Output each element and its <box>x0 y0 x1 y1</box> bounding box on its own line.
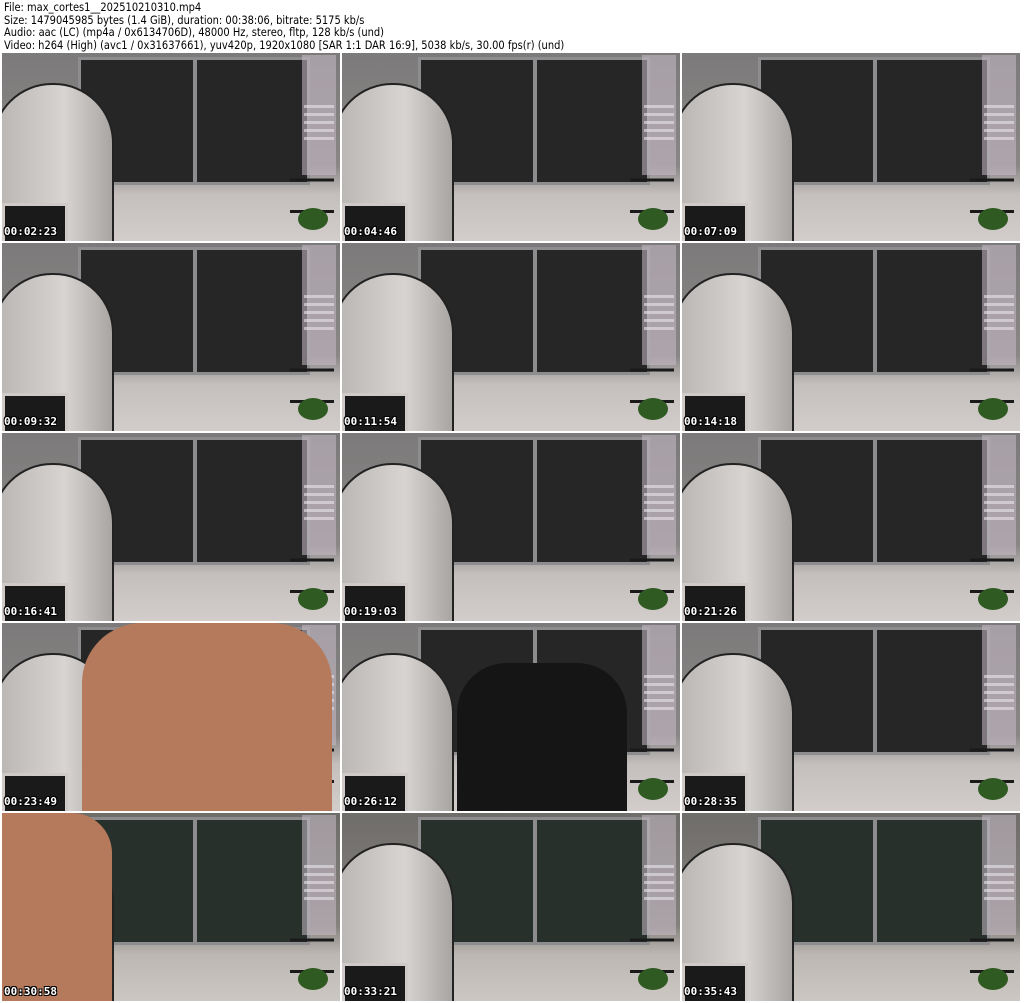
timestamp: 00:35:43 <box>684 985 737 998</box>
video-thumbnail: 00:09:32 <box>2 243 340 431</box>
thumbnail-grid: 00:02:23 00:04:46 00:07:09 00:09:32 00:11:54… <box>2 53 1022 1001</box>
video-thumbnail: 00:26:12 <box>342 623 680 811</box>
stream-overlay-panel <box>982 435 1016 555</box>
file-info-header: File: max_cortes1__202510210310.mp4 Size… <box>4 1 564 52</box>
video-thumbnail: 00:16:41 <box>2 433 340 621</box>
plant <box>638 968 668 990</box>
stream-overlay-panel <box>982 245 1016 365</box>
plant <box>978 398 1008 420</box>
plant <box>978 208 1008 230</box>
timestamp: 00:33:21 <box>344 985 397 998</box>
stream-overlay-panel <box>982 55 1016 175</box>
video-thumbnail: 00:23:49 <box>2 623 340 811</box>
timestamp: 00:26:12 <box>344 795 397 808</box>
plant <box>978 968 1008 990</box>
stream-overlay-panel <box>982 625 1016 745</box>
stream-overlay-panel <box>642 815 676 935</box>
stream-overlay-panel <box>642 435 676 555</box>
video-thumbnail: 00:35:43 <box>682 813 1020 1001</box>
stream-overlay-panel <box>302 55 336 175</box>
timestamp: 00:30:58 <box>4 985 57 998</box>
video-thumbnail: 00:21:26 <box>682 433 1020 621</box>
video-thumbnail: 00:30:58 <box>2 813 340 1001</box>
video-thumbnail: 00:04:46 <box>342 53 680 241</box>
video-thumbnail: 00:14:18 <box>682 243 1020 431</box>
plant <box>638 588 668 610</box>
plant <box>298 398 328 420</box>
timestamp: 00:09:32 <box>4 415 57 428</box>
plant <box>298 208 328 230</box>
file-name: File: max_cortes1__202510210310.mp4 <box>4 0 202 14</box>
video-thumbnail: 00:11:54 <box>342 243 680 431</box>
stream-overlay-panel <box>302 245 336 365</box>
timestamp: 00:02:23 <box>4 225 57 238</box>
video-thumbnail: 00:07:09 <box>682 53 1020 241</box>
video-thumbnail: 00:19:03 <box>342 433 680 621</box>
video-thumbnail: 00:28:35 <box>682 623 1020 811</box>
plant <box>638 778 668 800</box>
stream-overlay-panel <box>982 815 1016 935</box>
plant <box>638 398 668 420</box>
video-info: Video: h264 (High) (avc1 / 0x31637661), … <box>4 38 565 53</box>
timestamp: 00:23:49 <box>4 795 57 808</box>
stream-overlay-panel <box>302 435 336 555</box>
timestamp: 00:19:03 <box>344 605 397 618</box>
plant <box>298 588 328 610</box>
plant <box>978 588 1008 610</box>
timestamp: 00:16:41 <box>4 605 57 618</box>
timestamp: 00:04:46 <box>344 225 397 238</box>
stream-overlay-panel <box>642 55 676 175</box>
plant <box>638 208 668 230</box>
timestamp: 00:14:18 <box>684 415 737 428</box>
video-thumbnail: 00:33:21 <box>342 813 680 1001</box>
person <box>82 623 332 811</box>
stream-overlay-panel <box>642 245 676 365</box>
timestamp: 00:28:35 <box>684 795 737 808</box>
video-thumbnail: 00:02:23 <box>2 53 340 241</box>
gaming-chair <box>457 663 627 811</box>
timestamp: 00:11:54 <box>344 415 397 428</box>
plant <box>298 968 328 990</box>
timestamp: 00:21:26 <box>684 605 737 618</box>
person <box>2 813 112 1001</box>
stream-overlay-panel <box>642 625 676 745</box>
timestamp: 00:07:09 <box>684 225 737 238</box>
plant <box>978 778 1008 800</box>
stream-overlay-panel <box>302 815 336 935</box>
